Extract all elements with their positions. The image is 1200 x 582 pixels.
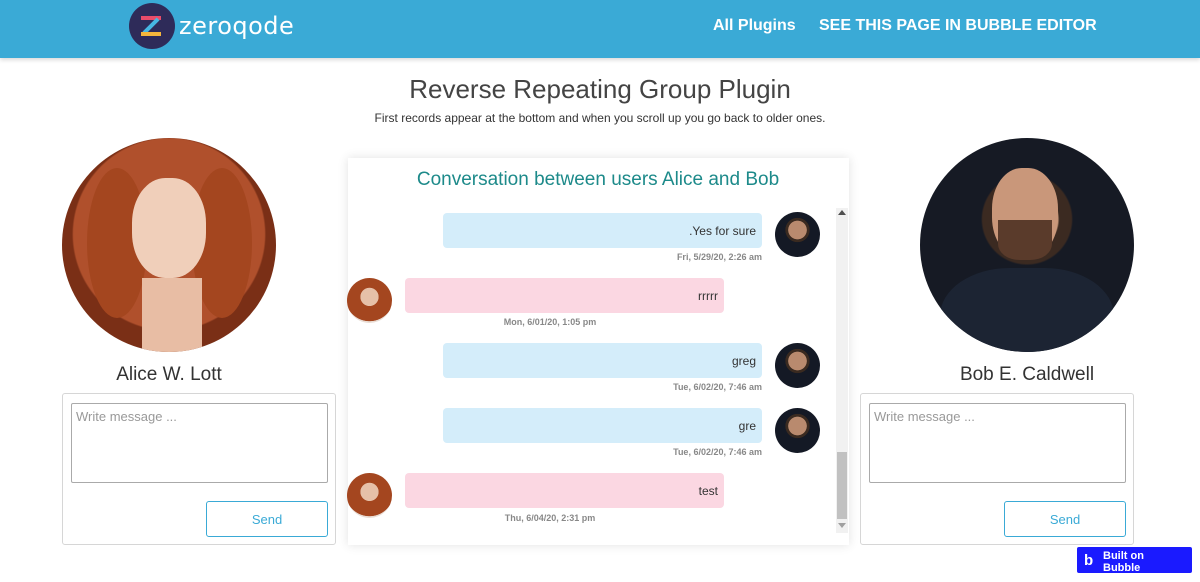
bob-small-avatar: [775, 212, 820, 257]
message-bubble: rrrrr: [405, 278, 724, 313]
bob-send-button[interactable]: Send: [1004, 501, 1126, 537]
conversation-scrollbar[interactable]: [836, 208, 848, 533]
bob-name: Bob E. Caldwell: [959, 364, 1095, 385]
bob-message-input[interactable]: [869, 403, 1126, 483]
bubble-logo-icon: b: [1084, 552, 1094, 569]
alice-composer: Send: [62, 393, 336, 545]
alice-message-input[interactable]: [71, 403, 328, 483]
page-title: Reverse Repeating Group Plugin: [409, 74, 791, 104]
message-bubble: test: [405, 473, 724, 508]
message-bubble: gre: [443, 408, 762, 443]
bob-small-avatar: [775, 408, 820, 453]
scroll-up-arrow-icon[interactable]: [838, 210, 846, 215]
message-timestamp: Mon, 6/01/20, 1:05 pm: [503, 317, 597, 327]
logo-text: zeroqode: [179, 12, 295, 40]
alice-name: Alice W. Lott: [116, 364, 222, 385]
alice-send-button[interactable]: Send: [206, 501, 328, 537]
conversation-title: Conversation between users Alice and Bob: [416, 169, 780, 190]
page-subtitle: First records appear at the bottom and w…: [374, 111, 826, 125]
top-header: zeroqode All Plugins SEE THIS PAGE IN BU…: [0, 0, 1200, 58]
bob-composer: Send: [860, 393, 1134, 545]
built-on-bubble-badge[interactable]: b Built on Bubble: [1077, 547, 1192, 574]
nav-bubble-editor-link[interactable]: SEE THIS PAGE IN BUBBLE EDITOR: [819, 17, 1097, 35]
message-timestamp: Tue, 6/02/20, 7:46 am: [673, 382, 762, 392]
bob-avatar: [920, 138, 1134, 352]
bob-small-avatar: [775, 343, 820, 388]
message-timestamp: Thu, 6/04/20, 2:31 pm: [504, 513, 596, 523]
scroll-thumb[interactable]: [837, 452, 847, 519]
zeroqode-logo[interactable]: zeroqode: [129, 3, 294, 49]
alice-avatar: [62, 138, 276, 352]
alice-small-avatar: [347, 473, 392, 518]
message-timestamp: Tue, 6/02/20, 7:46 am: [673, 447, 762, 457]
badge-text: Built on Bubble: [1103, 550, 1144, 574]
scroll-down-arrow-icon[interactable]: [838, 523, 846, 528]
message-bubble: .Yes for sure: [443, 213, 762, 248]
nav-all-plugins-link[interactable]: All Plugins: [713, 17, 796, 35]
message-bubble: greg: [443, 343, 762, 378]
zeroqode-logo-icon: [129, 3, 175, 49]
message-timestamp: Fri, 5/29/20, 2:26 am: [676, 252, 762, 262]
alice-small-avatar: [347, 278, 392, 323]
